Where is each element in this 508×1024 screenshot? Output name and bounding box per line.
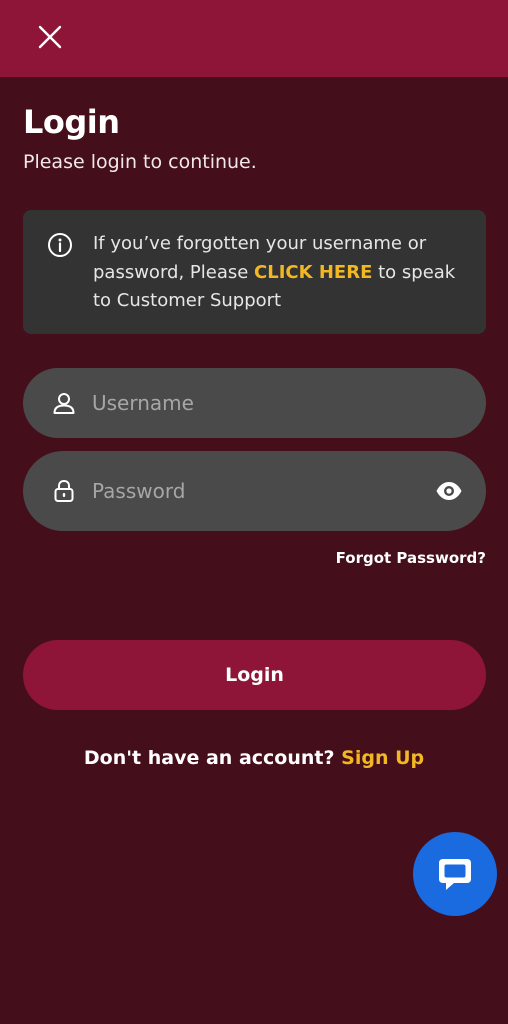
top-bar bbox=[0, 0, 508, 77]
user-icon bbox=[53, 393, 75, 414]
username-input[interactable] bbox=[92, 368, 422, 438]
password-field bbox=[23, 451, 486, 531]
chat-button[interactable] bbox=[413, 832, 497, 916]
close-button[interactable] bbox=[34, 21, 66, 53]
show-password-toggle[interactable] bbox=[434, 478, 464, 504]
info-icon bbox=[48, 233, 72, 257]
lock-icon bbox=[54, 479, 74, 502]
page-subtitle: Please login to continue. bbox=[23, 151, 257, 173]
signup-row: Don't have an account? Sign Up bbox=[0, 746, 508, 770]
signup-prompt: Don't have an account? bbox=[83, 747, 335, 769]
login-button[interactable]: Login bbox=[23, 640, 486, 710]
sign-up-link[interactable]: Sign Up bbox=[341, 747, 424, 769]
username-field bbox=[23, 368, 486, 438]
page-title: Login bbox=[23, 103, 120, 141]
info-box: If you’ve forgotten your username or pas… bbox=[23, 210, 486, 334]
click-here-link[interactable]: CLICK HERE bbox=[254, 262, 372, 283]
close-icon bbox=[38, 25, 62, 49]
password-input[interactable] bbox=[92, 451, 422, 531]
info-text: If you’ve forgotten your username or pas… bbox=[93, 230, 465, 316]
forgot-password-link[interactable]: Forgot Password? bbox=[336, 548, 486, 568]
eye-icon bbox=[436, 482, 462, 500]
chat-bubble-icon bbox=[439, 859, 471, 890]
